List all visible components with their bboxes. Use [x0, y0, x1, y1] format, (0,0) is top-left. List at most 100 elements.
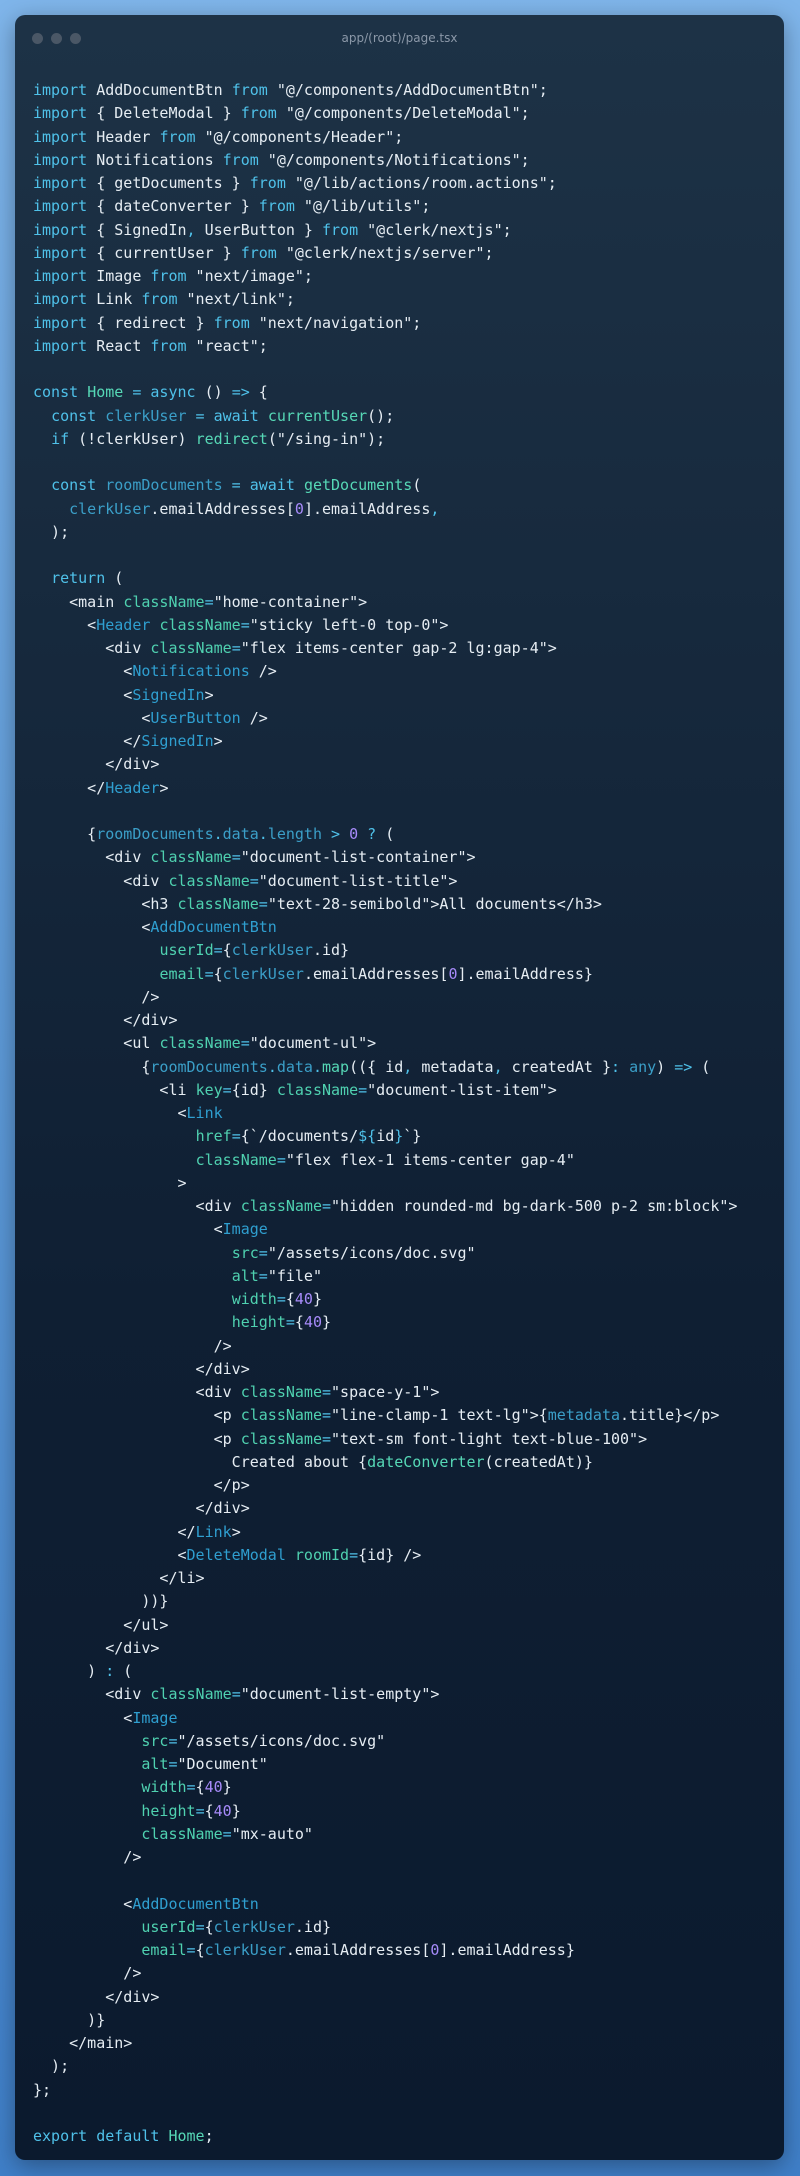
code-line: <Image	[33, 1218, 774, 1241]
code-token: from	[240, 104, 277, 123]
code-token: <p	[33, 1406, 241, 1425]
code-token: AddDocumentBtn	[87, 81, 232, 99]
code-token: Image	[87, 267, 151, 285]
code-token: className	[240, 1406, 322, 1425]
code-token: <	[33, 615, 97, 634]
code-token: <	[33, 1104, 187, 1122]
code-token: "document-list-empty">	[240, 1685, 440, 1704]
code-line: <main className="home-container">	[33, 591, 774, 614]
code-line: </SignedIn>	[33, 730, 774, 753]
code-token: className	[150, 639, 232, 657]
code-token: height	[141, 1801, 196, 1820]
code-token: />	[240, 708, 268, 727]
code-token: from	[222, 150, 259, 169]
code-line: <ul className="document-ul">	[33, 1032, 774, 1055]
code-token: .id}	[312, 941, 350, 960]
code-token: }	[231, 1801, 241, 1820]
code-token: "mx-auto"	[231, 1824, 313, 1843]
code-token: 40	[303, 1313, 322, 1332]
code-line: </p>	[33, 1474, 774, 1497]
code-line: import { currentUser } from "@clerk/next…	[33, 242, 774, 265]
code-line: import { DeleteModal } from "@/component…	[33, 102, 774, 125]
code-line: <div className="document-list-empty">	[33, 1683, 774, 1706]
code-line: };	[33, 2079, 774, 2102]
code-token: export default	[33, 2127, 160, 2145]
code-token: href	[195, 1127, 232, 1146]
code-line: )}	[33, 2009, 774, 2032]
code-token: </ul>	[33, 1615, 169, 1634]
code-line: <div className="document-list-title">	[33, 870, 774, 893]
code-token: (	[412, 476, 422, 495]
code-token: =	[285, 1313, 295, 1332]
code-token: </div>	[33, 1359, 250, 1378]
code-token: from	[213, 313, 250, 332]
code-token: =	[222, 1080, 232, 1099]
code-token: }	[312, 1290, 322, 1308]
code-token: Image	[222, 1220, 268, 1239]
code-token: {`/documents/	[240, 1127, 359, 1146]
code-token: ,	[493, 1057, 503, 1076]
code-token: {	[294, 1313, 304, 1332]
code-token: ,	[186, 220, 196, 239]
code-line: href={`/documents/${id}`}	[33, 1125, 774, 1148]
code-token: AddDocumentBtn	[132, 1894, 259, 1913]
code-token: import	[33, 313, 88, 332]
code-token: metadata	[547, 1406, 621, 1425]
code-line: <UserButton />	[33, 707, 774, 730]
code-line: </div>	[33, 1009, 774, 1032]
code-token: import	[33, 197, 88, 216]
code-token: >	[322, 825, 350, 843]
code-token: "flex flex-1 items-center gap-4"	[285, 1150, 575, 1169]
code-token: <div	[33, 848, 151, 867]
code-line: </div>	[33, 1358, 774, 1381]
code-token: { currentUser }	[87, 243, 241, 262]
code-token: 40	[294, 1290, 313, 1308]
code-token: </div>	[33, 1499, 250, 1518]
code-token: "@clerk/nextjs";	[358, 220, 512, 239]
code-line: height={40}	[33, 1800, 774, 1823]
code-token: <h3	[33, 894, 178, 913]
code-token: from	[258, 197, 295, 216]
code-token: className	[150, 848, 232, 867]
code-line: import Header from "@/components/Header"…	[33, 126, 774, 149]
code-token: )	[33, 1662, 106, 1680]
code-token: <	[33, 662, 133, 681]
code-token: "document-list-container">	[240, 848, 476, 867]
code-token: className	[177, 894, 259, 913]
code-token: Link	[195, 1522, 232, 1541]
code-token: {	[204, 1801, 214, 1820]
code-token: key	[195, 1080, 223, 1099]
code-token: { redirect }	[87, 313, 214, 332]
code-line: width={40}	[33, 1776, 774, 1799]
code-line: email={clerkUser.emailAddresses[0].email…	[33, 1939, 774, 1962]
code-line: return (	[33, 567, 774, 590]
code-token: {	[204, 1917, 214, 1936]
code-token: <p	[33, 1429, 241, 1448]
code-token: .emailAddresses[	[285, 1941, 431, 1959]
code-token: src	[231, 1243, 259, 1262]
code-line: <li key={id} className="document-list-it…	[33, 1079, 774, 1102]
code-token: clerkUser	[231, 941, 313, 960]
code-token: from	[240, 243, 277, 262]
code-token: ].emailAddress}	[439, 1941, 575, 1959]
code-line: />	[33, 1962, 774, 1985]
code-token: (	[692, 1057, 711, 1076]
code-token: </div>	[33, 1987, 160, 2006]
code-line: {roomDocuments.data.map(({ id, metadata,…	[33, 1056, 774, 1079]
code-token: >	[33, 1173, 187, 1192]
code-token: .title}</p>	[620, 1406, 720, 1425]
code-token: roomDocuments	[150, 1057, 268, 1076]
code-token: <div	[33, 1685, 151, 1704]
code-token: Link	[186, 1104, 223, 1122]
code-line: import AddDocumentBtn from "@/components…	[33, 79, 774, 102]
code-token: <main	[33, 592, 124, 611]
code-token: />	[33, 1848, 142, 1866]
code-token: =	[186, 1941, 196, 1959]
code-token: :	[611, 1057, 621, 1076]
code-token: </p>	[33, 1476, 250, 1494]
